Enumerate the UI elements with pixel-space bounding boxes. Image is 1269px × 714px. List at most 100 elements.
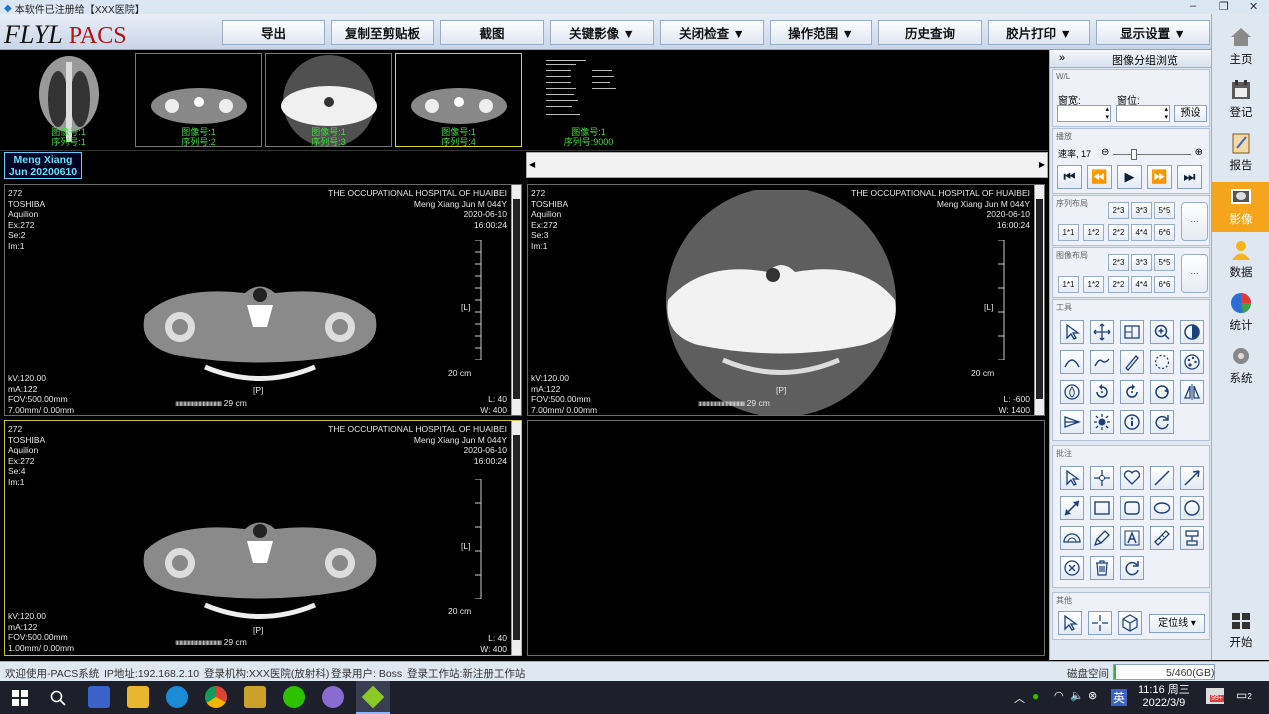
viewport-scrollbar[interactable]: [1034, 185, 1044, 415]
file-explorer-icon[interactable]: [127, 686, 149, 708]
smooth-filter-icon[interactable]: [1060, 380, 1084, 404]
slider-thumb[interactable]: [1131, 149, 1137, 160]
series-layout-3x3[interactable]: 3*3: [1131, 202, 1152, 219]
tray-chevron-icon[interactable]: ︿: [1014, 690, 1025, 706]
image-layout-more[interactable]: ···: [1181, 254, 1208, 293]
notification-app-icon[interactable]: 99+: [1206, 688, 1224, 704]
pacs-app-icon[interactable]: [356, 681, 390, 714]
nav-home[interactable]: 主页: [1212, 26, 1269, 76]
close-exam-dropdown[interactable]: 关闭检查 ▼: [660, 20, 764, 45]
image-layout-4x4[interactable]: 4*4: [1131, 276, 1152, 293]
nav-image[interactable]: 影像: [1212, 182, 1269, 232]
close-icon[interactable]: ✕: [1249, 0, 1258, 13]
text-icon[interactable]: [1120, 526, 1144, 550]
nav-system[interactable]: 系统: [1212, 345, 1269, 395]
rectangle-icon[interactable]: [1090, 496, 1114, 520]
last-frame-button[interactable]: ⏭: [1177, 165, 1202, 189]
network-icon[interactable]: ◠: [1054, 689, 1064, 702]
action-center-icon[interactable]: ▭2: [1236, 688, 1252, 702]
window-level-input[interactable]: ▴ ▾: [1116, 105, 1170, 122]
stamp-icon[interactable]: [1180, 526, 1204, 550]
windows-start-icon[interactable]: [12, 690, 28, 706]
refresh-icon[interactable]: [1120, 556, 1144, 580]
zoom-icon[interactable]: [1150, 320, 1174, 344]
key-image-dropdown[interactable]: 关键影像 ▼: [550, 20, 654, 45]
patient-tag[interactable]: Meng Xiang Jun 20200610: [4, 152, 82, 179]
chrome-icon[interactable]: [205, 686, 227, 708]
series-layout-5x5[interactable]: 5*5: [1154, 202, 1175, 219]
paint-icon[interactable]: [322, 686, 344, 708]
series-layout-4x4[interactable]: 4*4: [1131, 224, 1152, 241]
protractor-icon[interactable]: [1060, 526, 1084, 550]
pointer-icon[interactable]: [1060, 320, 1084, 344]
nav-register[interactable]: 登记: [1212, 79, 1269, 129]
operation-scope-dropdown[interactable]: 操作范围 ▼: [770, 20, 872, 45]
thumbnail-series-3[interactable]: 图像号:1 序列号:3: [265, 53, 392, 147]
curve-icon[interactable]: [1060, 350, 1084, 374]
viewport-4-empty[interactable]: [527, 420, 1045, 656]
brightness-icon[interactable]: [1090, 410, 1114, 434]
nav-statistics[interactable]: 统计: [1212, 292, 1269, 342]
app-7-icon[interactable]: [244, 686, 266, 708]
arrow-icon[interactable]: [1180, 466, 1204, 490]
point-icon[interactable]: [1090, 466, 1114, 490]
angle-curve-icon[interactable]: [1090, 350, 1114, 374]
thumbnail-series-1[interactable]: 图像号:1 序列号:1: [5, 53, 132, 147]
nav-data[interactable]: 数据: [1212, 239, 1269, 289]
search-icon[interactable]: [50, 690, 66, 706]
copy-clipboard-button[interactable]: 复制至剪贴板: [331, 20, 434, 45]
thumbnail-series-2[interactable]: 图像号:1 序列号:2: [135, 53, 262, 147]
screenshot-button[interactable]: 截图: [440, 20, 544, 45]
rotate-right-icon[interactable]: [1120, 380, 1144, 404]
export-button[interactable]: 导出: [222, 20, 325, 45]
pen-icon[interactable]: [1090, 526, 1114, 550]
film-print-dropdown[interactable]: 胶片打印 ▼: [988, 20, 1090, 45]
nav-start[interactable]: 开始: [1212, 611, 1269, 661]
thumbnail-series-4[interactable]: 图像号:1 序列号:4: [395, 53, 522, 147]
palette-icon[interactable]: [1180, 350, 1204, 374]
viewport-scrollbar[interactable]: [511, 185, 521, 415]
window-width-input[interactable]: ▴ ▾: [1057, 105, 1111, 122]
locator-line-dropdown[interactable]: 定位线 ▾: [1149, 614, 1205, 633]
tray-app-icon[interactable]: ⊗: [1088, 689, 1097, 702]
image-layout-2x2[interactable]: 2*2: [1108, 276, 1129, 293]
series-layout-1x2[interactable]: 1*2: [1083, 224, 1104, 241]
next-frame-button[interactable]: ⏩: [1147, 165, 1172, 189]
reset-icon[interactable]: [1150, 410, 1174, 434]
tray-wechat-icon[interactable]: ●: [1032, 689, 1039, 703]
taskview-icon[interactable]: [88, 686, 110, 708]
first-frame-button[interactable]: ⏮: [1057, 165, 1082, 189]
image-layout-5x5[interactable]: 5*5: [1154, 254, 1175, 271]
ruler-icon[interactable]: [1150, 526, 1174, 550]
thumbnail-scrollbar[interactable]: ◀ ▶: [526, 152, 1048, 178]
crop-icon[interactable]: [1120, 320, 1144, 344]
image-layout-2x3[interactable]: 2*3: [1108, 254, 1129, 271]
edge-icon[interactable]: [166, 686, 188, 708]
series-layout-2x3[interactable]: 2*3: [1108, 202, 1129, 219]
3d-cube-icon[interactable]: [1118, 611, 1142, 635]
image-layout-1x1[interactable]: 1*1: [1058, 276, 1079, 293]
flip-horizontal-icon[interactable]: [1180, 380, 1204, 404]
rotate-left-icon[interactable]: [1090, 380, 1114, 404]
contrast-icon[interactable]: [1180, 320, 1204, 344]
play-button[interactable]: ▶: [1117, 165, 1142, 189]
image-layout-3x3[interactable]: 3*3: [1131, 254, 1152, 271]
display-settings-dropdown[interactable]: 显示设置 ▼: [1096, 20, 1210, 45]
brush-icon[interactable]: [1120, 350, 1144, 374]
series-layout-more[interactable]: ···: [1181, 202, 1208, 241]
pan-icon[interactable]: [1090, 320, 1114, 344]
series-layout-1x1[interactable]: 1*1: [1058, 224, 1079, 241]
minimize-icon[interactable]: –: [1190, 0, 1196, 12]
speed-slider[interactable]: ⊖ ⊕: [1101, 147, 1203, 160]
viewport-3[interactable]: 272 TOSHIBA Aquilion Ex:272 Se:4 Im:1 THE OCC…: [4, 420, 522, 656]
history-query-button[interactable]: 历史查询: [878, 20, 982, 45]
image-layout-1x2[interactable]: 1*2: [1083, 276, 1104, 293]
nav-report[interactable]: 报告: [1212, 132, 1269, 182]
thumbnail-series-9000[interactable]: 图像号:1 序列号:9000: [525, 53, 652, 147]
restore-icon[interactable]: ❐: [1219, 0, 1229, 13]
heart-roi-icon[interactable]: [1120, 466, 1144, 490]
viewport-scrollbar[interactable]: [511, 421, 521, 655]
image-layout-6x6[interactable]: 6*6: [1154, 276, 1175, 293]
clock[interactable]: 11:16 周三 2022/3/9: [1138, 684, 1190, 710]
series-layout-6x6[interactable]: 6*6: [1154, 224, 1175, 241]
